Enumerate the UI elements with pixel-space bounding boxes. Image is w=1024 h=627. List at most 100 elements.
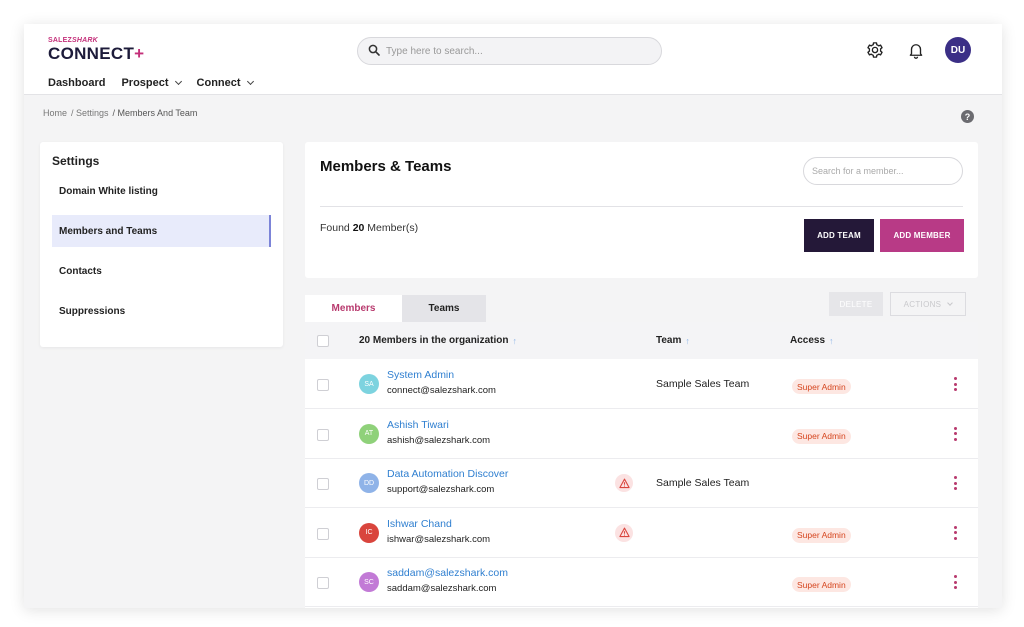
select-all-checkbox[interactable] [317,335,329,347]
column-team-label: Team [656,335,682,346]
row-checkbox[interactable] [317,577,329,589]
gear-icon[interactable] [864,39,886,61]
nav-prospect-label: Prospect [121,77,169,89]
breadcrumb-home[interactable]: Home [43,108,67,118]
settings-item-contacts[interactable]: Contacts [52,255,271,287]
global-search-input[interactable] [386,45,636,57]
column-access-label: Access [790,335,826,346]
found-suffix: Member(s) [364,222,419,234]
settings-item-label: Contacts [59,265,102,277]
member-name-link[interactable]: Ashish Tiwari [387,419,449,431]
logo-main-word: CONNECT [48,44,135,63]
warning-icon[interactable] [615,523,633,542]
search-icon [368,44,380,59]
access-badge: Super Admin [792,379,851,394]
settings-panel: Settings Domain White listing Members an… [40,142,283,347]
kebab-menu-icon[interactable] [951,575,959,589]
sort-arrow-icon: ↑ [685,335,690,346]
member-name-link[interactable]: System Admin [387,369,454,381]
access-badge: Super Admin [792,527,851,543]
members-teams-card: Members & Teams Found 20 Member(s) ADD T… [305,142,978,278]
chevron-down-icon [246,77,254,86]
delete-button[interactable]: DELETE [829,292,883,316]
brand-logo[interactable]: SALEZSHARK CONNECT+ [48,37,144,63]
table-row[interactable]: SC saddam@salezshark.com saddam@salezshark… [305,558,978,607]
main-nav: Dashboard Prospect Connect [48,77,254,89]
table-header: 20 Members in the organization ↑ Team ↑ Ac… [305,322,978,359]
kebab-menu-icon[interactable] [951,377,959,391]
table-row[interactable]: DD Data Automation Discover support@salezs… [305,459,978,508]
breadcrumb: Home / Settings / Members And Team [43,108,197,118]
breadcrumb-settings[interactable]: / Settings [71,108,109,118]
table-row[interactable]: SA System Admin connect@salezshark.com Samp… [305,360,978,409]
nav-connect[interactable]: Connect [196,77,254,89]
add-member-button[interactable]: ADD MEMBER [880,219,964,252]
sort-arrow-icon: ↑ [512,335,517,346]
access-badge: Super Admin [792,577,851,592]
member-name-link[interactable]: Ishwar Chand [387,518,452,530]
row-checkbox[interactable] [317,527,329,540]
app-window: SALEZSHARK CONNECT+ DU Dashboard Prospec… [24,24,1002,608]
warning-icon[interactable] [615,474,633,492]
divider [320,206,963,207]
nav-dashboard-label: Dashboard [48,77,106,89]
top-header: SALEZSHARK CONNECT+ DU Dashboard Prospec… [24,24,1002,95]
member-avatar: SC [359,572,379,592]
column-members-label: 20 Members in the organization [359,335,509,346]
member-team: Sample Sales Team [656,477,750,489]
kebab-menu-icon[interactable] [951,426,959,441]
settings-item-domain-white-listing[interactable]: Domain White listing [52,175,271,207]
member-email: ashish@salezshark.com [387,434,491,446]
help-icon[interactable]: ? [961,110,974,123]
member-avatar: AT [359,423,379,444]
access-badge: Super Admin [792,428,851,444]
user-avatar[interactable]: DU [945,37,971,63]
breadcrumb-current: / Members And Team [112,108,198,118]
chevron-down-icon [947,299,954,306]
settings-item-label: Domain White listing [59,185,158,197]
logo-main-text: CONNECT+ [48,45,144,63]
member-name-link[interactable]: Data Automation Discover [387,468,508,480]
settings-item-label: Suppressions [59,305,126,317]
chevron-down-icon [174,77,182,86]
actions-dropdown[interactable]: ACTIONS [890,292,966,316]
column-members[interactable]: 20 Members in the organization ↑ [359,335,517,346]
page-title: Members & Teams [320,158,452,175]
member-search-input[interactable] [803,157,963,185]
members-found-count: Found 20 Member(s) [320,222,418,234]
bell-icon[interactable] [905,39,927,61]
found-prefix: Found [320,222,353,234]
nav-connect-label: Connect [196,77,241,89]
settings-item-suppressions[interactable]: Suppressions [52,295,271,327]
member-email: saddam@salezshark.com [387,583,497,594]
tab-teams[interactable]: Teams [402,295,486,322]
kebab-menu-icon[interactable] [951,525,959,540]
sort-arrow-icon: ↑ [829,335,834,346]
table-row[interactable]: AT Ashish Tiwari ashish@salezshark.com Supe… [305,410,978,459]
global-search[interactable] [357,37,662,65]
column-access[interactable]: Access ↑ [790,335,834,346]
logo-small-suffix: SHARK [71,37,98,44]
kebab-menu-icon[interactable] [951,476,959,490]
member-name-link[interactable]: saddam@salezshark.com [387,567,508,579]
add-team-button[interactable]: ADD TEAM [804,219,874,252]
member-team: Sample Sales Team [656,378,750,390]
actions-label: ACTIONS [903,299,942,309]
row-checkbox[interactable] [317,379,329,391]
nav-dashboard[interactable]: Dashboard [48,77,105,89]
settings-item-members-and-teams[interactable]: Members and Teams [52,215,271,247]
member-email: ishwar@salezshark.com [387,533,491,545]
members-table: 20 Members in the organization ↑ Team ↑ Ac… [305,322,978,608]
row-checkbox[interactable] [317,428,329,441]
nav-prospect[interactable]: Prospect [121,77,182,89]
table-row[interactable]: IC Ishwar Chand ishwar@salezshark.com Super… [305,509,978,558]
logo-small-prefix: SALEZ [48,37,72,44]
column-team[interactable]: Team ↑ [656,335,690,346]
row-checkbox[interactable] [317,478,329,490]
found-number: 20 [352,222,365,234]
member-avatar: IC [359,522,379,543]
settings-title: Settings [52,154,100,168]
settings-item-label: Members and Teams [59,225,158,237]
tab-members[interactable]: Members [305,295,402,322]
member-avatar: DD [359,473,379,493]
